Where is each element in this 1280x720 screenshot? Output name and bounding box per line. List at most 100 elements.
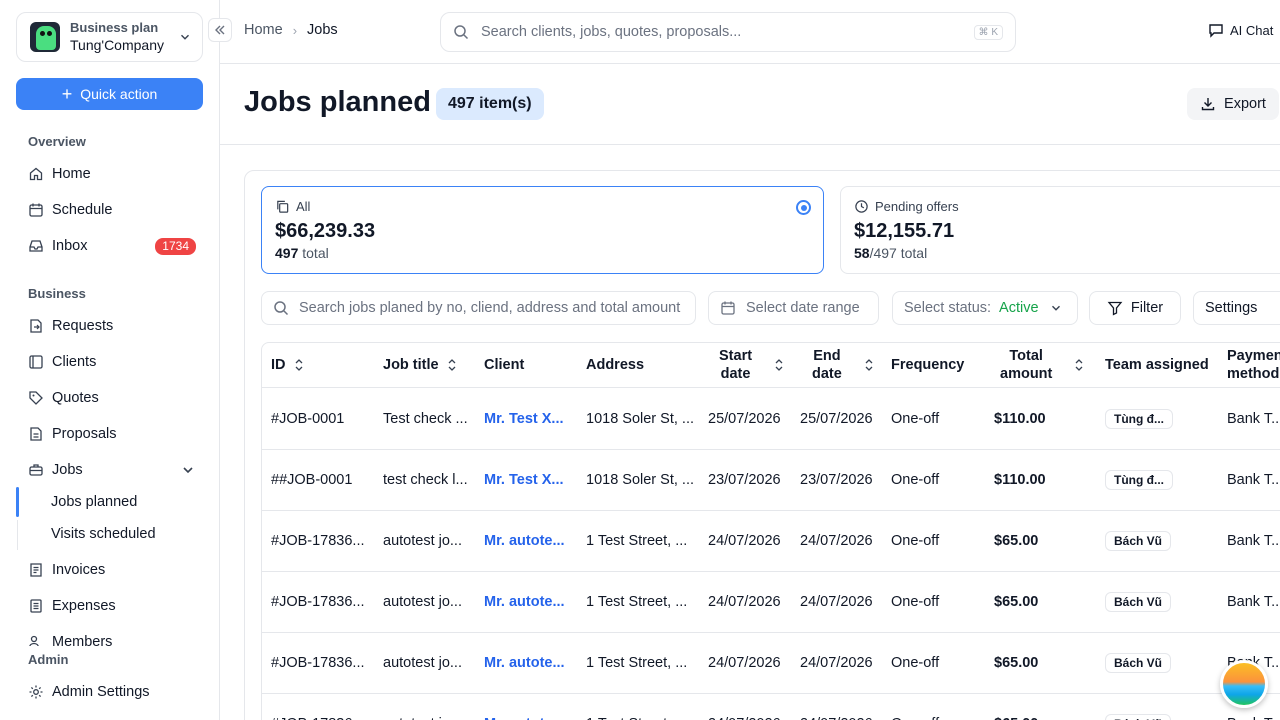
cell-client[interactable]: Mr. autote... [484,632,565,693]
col-header-payment: Payment method [1227,343,1280,387]
filter-button[interactable]: Filter [1089,291,1181,325]
sidebar-item-quotes[interactable]: Quotes [28,384,196,412]
col-header-end-date[interactable]: End date [812,343,874,387]
sidebar-item-inbox[interactable]: Inbox 1734 [28,232,196,260]
sidebar-item-label: Schedule [52,202,113,218]
cell-team: Bách Vũ [1105,693,1172,720]
sidebar-item-members[interactable]: Members [28,630,196,646]
gear-icon [29,685,43,699]
sidebar-item-jobs-planned[interactable]: Jobs planned [51,494,137,510]
card-amount: $12,155.71 [854,220,955,242]
team-chip: Bách Vũ [1105,713,1172,720]
cell-client[interactable]: Mr. autote... [484,571,565,632]
sidebar-item-requests[interactable]: Requests [28,312,196,340]
cell-client[interactable]: Mr. Test X... [484,449,564,510]
sidebar-item-clients[interactable]: Clients [28,348,196,376]
cell-frequency: One-off [891,532,940,549]
cell-end-date: 24/07/2026 [800,532,873,549]
col-header-label: Frequency [891,357,965,373]
sidebar-item-label: Members [52,634,113,646]
submenu-line [17,520,18,550]
col-header-address: Address [586,343,644,387]
sidebar-item-label: Requests [52,318,114,334]
cell-id: #JOB-17836... [271,693,365,720]
cell-id: ##JOB-0001 [271,471,353,488]
org-switcher[interactable]: Business plan Tung'Company [16,12,203,62]
settings-button[interactable]: Settings [1193,291,1280,325]
global-search-input[interactable]: Search clients, jobs, quotes, proposals.… [440,12,1016,52]
sidebar: Business plan Tung'Company + Quick actio… [0,0,220,720]
page-title: Jobs planned [244,86,431,118]
cell-id: #JOB-17836... [271,593,365,610]
col-header-start-date[interactable]: Start date [719,343,784,387]
summary-card-all[interactable]: All $66,239.33 497 total [261,186,824,274]
cell-start-date: 24/07/2026 [708,532,781,549]
chat-icon [1209,24,1223,38]
sidebar-item-expenses[interactable]: Expenses [28,592,196,620]
cell-start-date: 23/07/2026 [708,471,781,488]
sidebar-item-home[interactable]: Home [28,160,196,188]
cell-start-date: 24/07/2026 [708,693,781,720]
sort-icon [775,359,783,371]
col-header-job-title[interactable]: Job title [383,343,457,387]
cell-frequency: One-off [891,654,940,671]
sidebar-item-label: Quotes [52,390,99,406]
sidebar-item-visits-scheduled[interactable]: Visits scheduled [51,526,156,542]
sort-icon [1075,359,1083,371]
sidebar-item-schedule[interactable]: Schedule [28,196,196,224]
col-header-total-amount[interactable]: Total amount [1000,343,1084,387]
sidebar-item-admin-settings[interactable]: Admin Settings [28,678,196,706]
jobs-search-input[interactable]: Search jobs planed by no, cliend, addres… [261,291,696,325]
cell-client[interactable]: Mr. Test X... [484,388,564,449]
breadcrumb-home[interactable]: Home [244,22,283,38]
quick-action-button[interactable]: + Quick action [16,78,203,110]
selected-radio[interactable] [796,200,811,215]
summary-card-pending[interactable]: Pending offers $12,155.71 58/497 total [840,186,1280,274]
col-header-label: date [720,366,751,382]
floating-assistant-avatar[interactable] [1220,660,1268,708]
cell-start-date: 25/07/2026 [708,410,781,427]
sidebar-item-label: Proposals [52,426,117,442]
cell-team: Bách Vũ [1105,571,1172,632]
sort-icon [448,359,456,371]
members-icon [29,635,39,646]
date-range-picker[interactable]: Select date range [708,291,879,325]
cell-client[interactable]: Mr. autote... [484,693,565,720]
cell-client[interactable]: Mr. autote... [484,510,565,571]
sidebar-item-label: Expenses [52,598,116,614]
quick-action-label: Quick action [80,86,158,102]
team-chip: Tùng đ... [1105,408,1173,429]
team-chip: Bách Vũ [1105,530,1172,551]
members-clip: Members [0,630,219,646]
col-header-team: Team assigned [1105,343,1209,387]
team-chip: Bách Vũ [1105,591,1172,612]
cell-total-amount: $65.00 [994,532,1039,549]
cell-end-date: 24/07/2026 [800,654,873,671]
card-count: 58 [854,245,870,261]
sidebar-item-invoices[interactable]: Invoices [28,556,196,584]
cell-job-title: autotest jo... [383,654,462,671]
inbox-count-badge: 1734 [155,237,196,255]
chevron-down-icon [183,467,193,474]
cell-address: 1018 Soler St, ... [586,410,695,427]
col-header-id[interactable]: ID [271,343,304,387]
org-plan: Business plan [70,20,159,35]
cell-id: #JOB-17836... [271,532,365,549]
cell-total-amount: $65.00 [994,693,1038,720]
calendar-icon [721,301,735,315]
card-label: Pending offers [875,199,959,214]
col-header-label: Total [1009,348,1043,364]
export-button[interactable]: Export [1187,88,1279,120]
sidebar-item-jobs[interactable]: Jobs [28,456,196,484]
status-select[interactable]: Select status: Active [892,291,1078,325]
cell-address: 1 Test Street, ... [586,593,688,610]
ai-chat-button[interactable]: AI Chat [1208,22,1273,38]
sidebar-item-label: Home [52,166,91,182]
sidebar-item-proposals[interactable]: Proposals [28,420,196,448]
sidebar-item-label: Admin Settings [52,684,150,700]
inbox-icon [29,240,43,252]
status-label: Select status: [904,300,992,316]
cell-payment-method: Bank T... [1227,410,1280,427]
status-value: Active [999,300,1039,316]
collapse-sidebar-button[interactable] [208,18,232,42]
